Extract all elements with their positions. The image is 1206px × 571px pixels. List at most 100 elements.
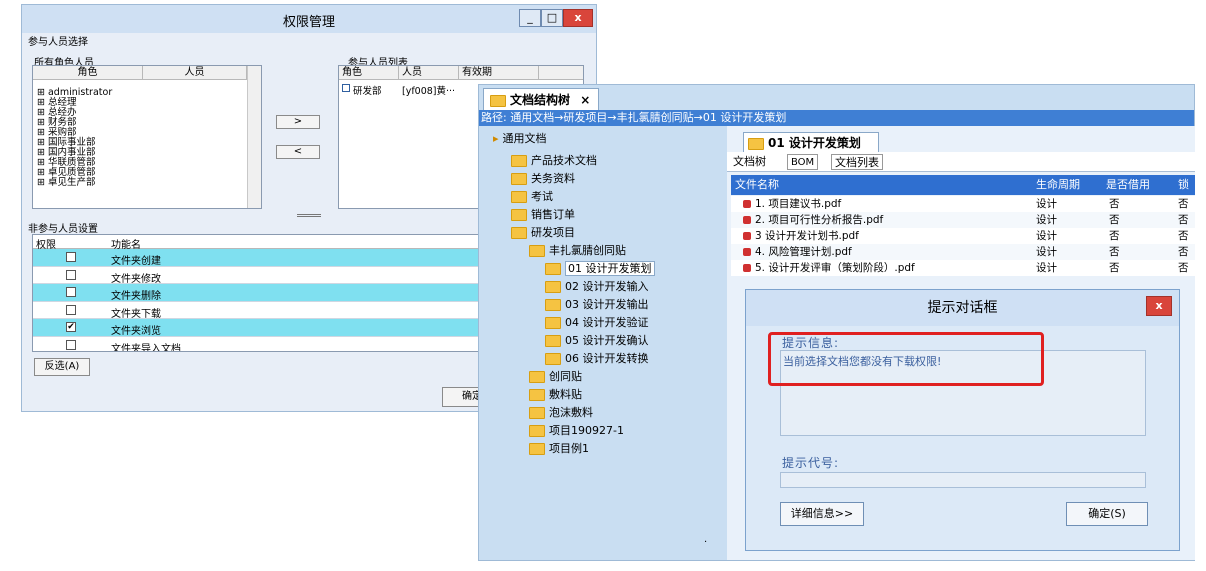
participant-role[interactable]: 研发部	[353, 83, 382, 97]
grid-cell-filename: 5. 设计开发评审（策划阶段）.pdf	[755, 262, 915, 274]
splitter-handle[interactable]	[297, 214, 321, 217]
participant-header-person: 人员	[399, 66, 459, 80]
tree-item[interactable]: 04 设计开发验证	[545, 314, 649, 332]
grid-row[interactable]: 3 设计开发计划书.pdf 设计 否 否	[731, 228, 1195, 244]
non-participant-group-label: 非参与人员设置	[28, 224, 98, 235]
permission-checkbox[interactable]	[66, 339, 76, 350]
permission-checkbox[interactable]	[66, 304, 76, 315]
grid-cell-filename: 2. 项目可行性分析报告.pdf	[755, 214, 884, 226]
participant-header-validity: 有效期	[459, 66, 539, 80]
tree-item-label: 销售订单	[531, 208, 575, 221]
grid-row[interactable]: 5. 设计开发评审（策划阶段）.pdf 设计 否 否	[731, 260, 1195, 276]
code-field	[780, 472, 1146, 488]
grid-cell-borrowed: 否	[1109, 198, 1120, 210]
grid-row[interactable]: 2. 项目可行性分析报告.pdf 设计 否 否	[731, 212, 1195, 228]
tree-item[interactable]: 考试	[511, 188, 553, 206]
tree-item[interactable]: 丰扎氯腈创同贴	[529, 242, 626, 260]
doc-tree-tab-label: 文档结构树	[510, 93, 571, 107]
folder-icon	[490, 94, 506, 107]
tree-item[interactable]: 关务资料	[511, 170, 575, 188]
tree-root[interactable]: ▸ 通用文档	[493, 130, 547, 148]
folder-icon	[529, 371, 545, 383]
tree-item[interactable]: 销售订单	[511, 206, 575, 224]
grid-header-lifecycle[interactable]: 生命周期	[1036, 175, 1080, 195]
folder-icon	[545, 281, 561, 293]
pdf-icon	[743, 232, 751, 240]
roles-panel[interactable]: 角色 人员 ⊞ administrator ⊞ 总经理 ⊞ 总经办 ⊞ 财务部 …	[32, 65, 262, 209]
tree-item[interactable]: 02 设计开发输入	[545, 278, 649, 296]
close-tab-icon[interactable]: ×	[580, 93, 590, 107]
folder-icon	[529, 407, 545, 419]
tree-item-label: 04 设计开发验证	[565, 316, 649, 329]
pdf-icon	[743, 264, 751, 272]
minimize-button[interactable]: _	[519, 9, 541, 27]
grid-row[interactable]: 1. 项目建议书.pdf 设计 否 否	[731, 196, 1195, 212]
permission-name: 文件夹浏览	[111, 326, 161, 337]
dialog-title: 提示对话框	[746, 290, 1179, 326]
participant-person[interactable]: [yf008]黄···	[402, 83, 455, 97]
tree-item[interactable]: 敷料贴	[529, 386, 582, 404]
tree-root-label: 通用文档	[502, 132, 547, 145]
tree-item-label: 丰扎氯腈创同贴	[549, 244, 626, 257]
permission-name: 文件夹下载	[111, 308, 161, 320]
grid-cell-lock: 否	[1178, 246, 1189, 258]
dialog-close-button[interactable]: x	[1146, 296, 1172, 316]
grid-cell-lifecycle: 设计	[1036, 246, 1057, 258]
permission-checkbox[interactable]	[66, 269, 76, 280]
roles-header-role: 角色	[33, 66, 143, 80]
folder-icon	[511, 155, 527, 167]
invert-selection-button[interactable]: 反选(A)	[34, 358, 90, 376]
tree-item-label: 研发项目	[531, 226, 575, 239]
grid-header-borrowed[interactable]: 是否借用	[1106, 175, 1150, 195]
close-button[interactable]: x	[563, 9, 593, 27]
details-button[interactable]: 详细信息>>	[780, 502, 864, 526]
folder-icon	[511, 209, 527, 221]
tree-item[interactable]: 创同贴	[529, 368, 582, 386]
tree-item[interactable]: 01 设计开发策划	[545, 260, 655, 278]
tree-item-label: 02 设计开发输入	[565, 280, 649, 293]
remove-participant-button[interactable]: <	[276, 145, 320, 159]
sub-tab-doc-list[interactable]: 文档列表	[831, 154, 883, 170]
doc-tree-tab[interactable]: 文档结构树 ×	[483, 88, 599, 110]
sub-tab-bar: 文档树 BOM 文档列表	[727, 152, 1195, 172]
folder-icon	[748, 137, 764, 150]
tree-item-label: 06 设计开发转换	[565, 352, 649, 365]
sub-tab-bom[interactable]: BOM	[787, 154, 819, 170]
permission-checkbox[interactable]	[66, 252, 76, 262]
grid-row[interactable]: 4. 风险管理计划.pdf 设计 否 否	[731, 244, 1195, 260]
tree-item[interactable]: 泡沫敷料	[529, 404, 593, 422]
grid-header-filename[interactable]: 文件名称	[735, 175, 779, 195]
tree-item[interactable]: 05 设计开发确认	[545, 332, 649, 350]
tree-item-label: 项目190927-1	[549, 424, 624, 437]
code-label: 提示代号:	[782, 456, 840, 470]
tree-item[interactable]: 06 设计开发转换	[545, 350, 649, 368]
permission-checkbox[interactable]	[66, 287, 76, 297]
dialog-ok-button[interactable]: 确定(S)	[1066, 502, 1148, 526]
maximize-button[interactable]: □	[541, 9, 563, 27]
tree-item[interactable]: 产品技术文档	[511, 152, 597, 170]
root-icon: ▸	[493, 132, 499, 145]
roles-scrollbar[interactable]	[247, 66, 261, 208]
permission-name: 文件夹修改	[111, 273, 161, 285]
doc-tab-label: 01 设计开发策划	[768, 136, 861, 150]
folder-icon	[545, 317, 561, 329]
tree-item[interactable]: 03 设计开发输出	[545, 296, 649, 314]
tree-item[interactable]: 项目190927-1	[529, 422, 624, 440]
tree-item-label: 关务资料	[531, 172, 575, 185]
permission-name: 文件夹创建	[111, 256, 161, 267]
prompt-dialog: 提示对话框 x 提示信息: 当前选择文档您都没有下载权限! 提示代号: 详细信息…	[745, 289, 1180, 551]
tree-item-label: 考试	[531, 190, 553, 203]
tree-item[interactable]: 项目例1	[529, 440, 589, 458]
participant-header: 角色 人员 有效期	[339, 66, 583, 80]
grid-cell-borrowed: 否	[1109, 230, 1120, 242]
sub-tab-doc-tree[interactable]: 文档树	[731, 154, 768, 170]
grid-cell-filename: 4. 风险管理计划.pdf	[755, 246, 852, 258]
grid-cell-lock: 否	[1178, 230, 1189, 242]
add-participant-button[interactable]: >	[276, 115, 320, 129]
grid-header-lock[interactable]: 锁	[1178, 175, 1189, 195]
tree-item[interactable]: 研发项目	[511, 224, 575, 242]
permission-checkbox[interactable]: ✔	[66, 322, 76, 332]
tree-item-label: 项目例1	[549, 442, 589, 455]
doc-tab[interactable]: 01 设计开发策划 ×	[743, 132, 879, 170]
role-tree-item[interactable]: ⊞ 卓见生产部	[37, 178, 95, 188]
